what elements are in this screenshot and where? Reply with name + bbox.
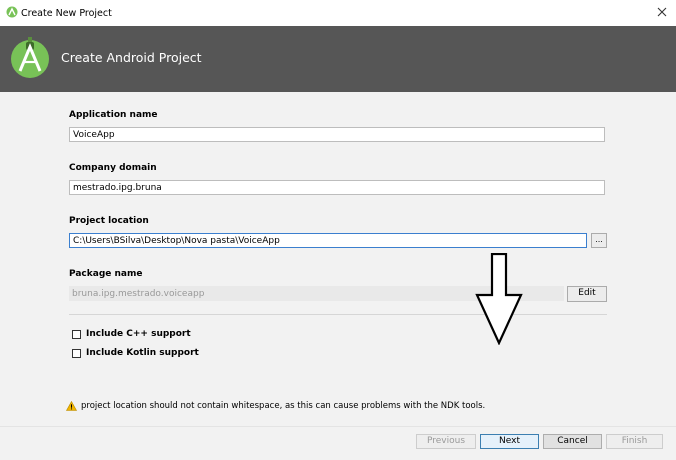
wizard-title: Create Android Project xyxy=(61,50,202,65)
window-title: Create New Project xyxy=(21,8,112,19)
application-name-label: Application name xyxy=(69,110,158,120)
down-arrow-annotation-icon xyxy=(475,253,523,345)
include-kotlin-label: Include Kotlin support xyxy=(86,348,199,358)
package-name-label: Package name xyxy=(69,269,143,279)
form-panel: Application name VoiceApp Company domain… xyxy=(0,92,676,426)
project-location-label: Project location xyxy=(69,216,149,226)
finish-button[interactable]: Finish xyxy=(606,434,663,449)
company-domain-label: Company domain xyxy=(69,163,157,173)
title-bar: Create New Project xyxy=(0,0,676,27)
application-name-input[interactable]: VoiceApp xyxy=(69,127,605,142)
button-bar: Previous Next Cancel Finish xyxy=(0,426,676,460)
browse-button[interactable]: ... xyxy=(591,233,607,248)
company-domain-input[interactable]: mestrado.ipg.bruna xyxy=(69,180,605,195)
close-icon[interactable] xyxy=(655,5,669,19)
include-cpp-checkbox[interactable] xyxy=(72,330,81,339)
next-button[interactable]: Next xyxy=(480,434,539,449)
cancel-button[interactable]: Cancel xyxy=(543,434,602,449)
android-studio-logo xyxy=(11,37,49,78)
edit-package-button[interactable]: Edit xyxy=(567,286,607,302)
android-studio-icon xyxy=(6,6,18,18)
project-location-input[interactable]: C:\Users\BSilva\Desktop\Nova pasta\Voice… xyxy=(69,233,587,248)
warning-icon xyxy=(66,401,77,411)
previous-button[interactable]: Previous xyxy=(416,434,476,449)
include-kotlin-checkbox[interactable] xyxy=(72,349,81,358)
divider xyxy=(69,314,607,315)
include-cpp-label: Include C++ support xyxy=(86,329,191,339)
warning-message: project location should not contain whit… xyxy=(81,401,486,411)
wizard-header: Create Android Project xyxy=(0,26,676,92)
